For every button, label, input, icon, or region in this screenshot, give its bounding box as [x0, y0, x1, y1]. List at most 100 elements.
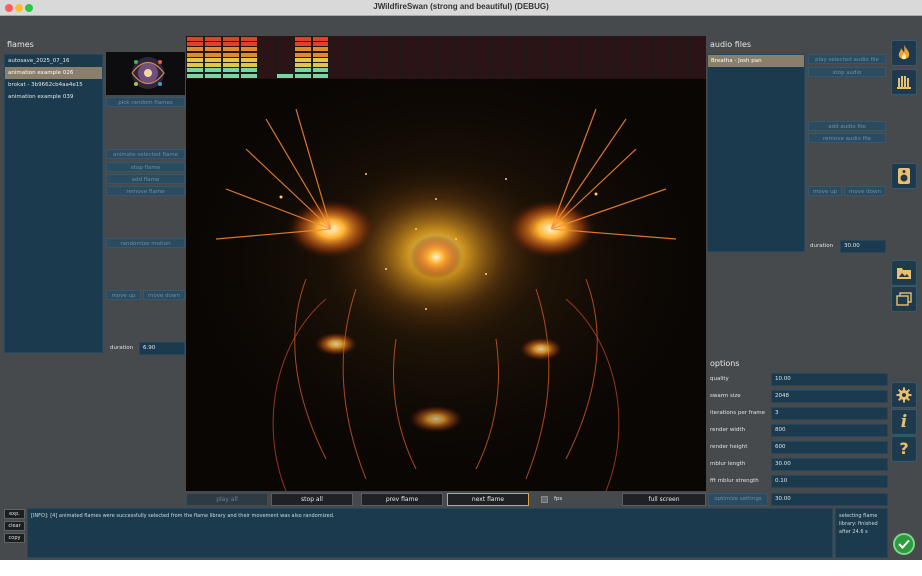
spectrum-segment — [653, 63, 670, 68]
help-icon[interactable]: ? — [891, 436, 917, 462]
option-field[interactable]: 0.10 — [771, 475, 888, 488]
export-log-button[interactable]: exp. — [4, 509, 25, 519]
animate-selected-flame-button[interactable]: animate selected flame — [106, 149, 185, 159]
remove-audio-file-button[interactable]: remove audio file — [808, 133, 886, 143]
option-field[interactable]: 3 — [771, 407, 888, 420]
spectrum-segment — [402, 57, 419, 62]
prev-flame-button[interactable]: prev flame — [361, 493, 443, 506]
copy-log-button[interactable]: copy — [4, 533, 25, 543]
spectrum-segment — [563, 41, 580, 46]
fps-label: fps — [554, 496, 563, 502]
spectrum-segment — [671, 57, 688, 62]
next-flame-button[interactable]: next flame — [447, 493, 529, 506]
spectrum-segment — [491, 52, 508, 57]
full-screen-button[interactable]: full screen — [622, 493, 706, 506]
spectrum-segment — [671, 52, 688, 57]
gallery-icon[interactable] — [891, 286, 917, 312]
spectrum-segment — [671, 36, 688, 41]
spectrum-segment — [276, 47, 293, 52]
status-panel: selecting flame library: finished after … — [835, 508, 888, 558]
flame-icon[interactable] — [891, 40, 917, 66]
spectrum-segment — [384, 47, 401, 52]
spectrum-bar — [258, 36, 275, 79]
spectrum-segment — [545, 57, 562, 62]
spectrum-segment — [420, 68, 437, 73]
spectrum-segment — [348, 52, 365, 57]
add-flame-button[interactable]: add flame — [106, 174, 185, 184]
randomize-motion-button[interactable]: randomize motion — [106, 238, 185, 248]
spectrum-bar — [222, 36, 239, 79]
stop-flame-button[interactable]: stop flame — [106, 162, 185, 172]
spectrum-bar — [689, 36, 705, 79]
option-field[interactable]: 30.00 — [771, 458, 888, 471]
spectrum-segment — [509, 73, 526, 78]
check-circle-icon[interactable] — [893, 533, 915, 555]
spectrum-segment — [348, 36, 365, 41]
list-item[interactable]: Breatha - Josh pan — [708, 55, 804, 67]
list-item[interactable]: autosave_2025_07_16 — [5, 55, 102, 67]
optimize-settings-button[interactable]: optimize settings — [708, 493, 768, 506]
spectrum-segment — [599, 63, 616, 68]
option-field[interactable]: 600 — [771, 441, 888, 454]
spectrum-bar — [276, 36, 293, 79]
spectrum-segment — [312, 68, 329, 73]
spectrum-bar — [509, 36, 526, 79]
speaker-icon[interactable] — [891, 163, 917, 189]
spectrum-segment — [330, 41, 347, 46]
spectrum-segment — [599, 68, 616, 73]
spectrum-segment — [312, 47, 329, 52]
spectrum-segment — [653, 52, 670, 57]
flame-thumbnail[interactable] — [106, 52, 185, 95]
remove-flame-button[interactable]: remove flame — [106, 186, 185, 196]
info-icon[interactable]: i — [891, 409, 917, 435]
spectrum-segment — [330, 73, 347, 78]
audio-duration-field[interactable]: 30.00 — [840, 240, 886, 253]
gear-icon[interactable] — [891, 382, 917, 408]
list-item[interactable]: brokat - 3b9662cb4aa4e15 — [5, 79, 102, 91]
spectrum-segment — [348, 57, 365, 62]
clear-log-button[interactable]: clear — [4, 521, 25, 531]
stop-all-button[interactable]: stop all — [271, 493, 353, 506]
option-field[interactable]: 2048 — [771, 390, 888, 403]
option-field[interactable]: 10.00 — [771, 373, 888, 386]
list-item[interactable]: animation example 026 — [5, 67, 102, 79]
flame-move-down-button[interactable]: move down — [143, 290, 185, 300]
audio-duration-label: duration — [810, 243, 834, 249]
add-audio-file-button[interactable]: add audio file — [808, 121, 886, 131]
spectrum-segment — [294, 73, 311, 78]
image-folder-icon[interactable] — [891, 260, 917, 286]
spectrum-segment — [330, 63, 347, 68]
spectrum-segment — [653, 47, 670, 52]
optimize-settings-field[interactable]: 30.00 — [771, 493, 888, 506]
spectrum-segment — [635, 41, 652, 46]
spectrum-segment — [294, 68, 311, 73]
pick-random-flames-button[interactable]: pick random flames — [106, 97, 185, 107]
flames-list[interactable]: autosave_2025_07_16 animation example 02… — [4, 54, 103, 353]
spectrum-bar — [653, 36, 670, 79]
list-item[interactable]: animation example 039 — [5, 91, 102, 103]
spectrum-segment — [402, 63, 419, 68]
spectrum-segment — [420, 36, 437, 41]
spectrum-segment — [366, 47, 383, 52]
organ-pipes-icon[interactable] — [891, 69, 917, 95]
audio-move-down-button[interactable]: move down — [844, 186, 886, 196]
play-all-button[interactable]: play all — [186, 493, 268, 506]
log-output[interactable]: [INFO]: [4] animated flames were success… — [27, 508, 833, 558]
spectrum-segment — [527, 36, 544, 41]
spectrum-segment — [366, 57, 383, 62]
spectrum-segment — [438, 41, 454, 46]
spectrum-segment — [420, 57, 437, 62]
spectrum-segment — [653, 73, 670, 78]
flame-move-up-button[interactable]: move up — [106, 290, 141, 300]
play-selected-audio-button[interactable]: play selected audio file — [808, 54, 886, 64]
flame-render-canvas[interactable] — [186, 79, 706, 491]
audio-files-list[interactable]: Breatha - Josh pan — [707, 54, 805, 252]
spectrum-bar — [366, 36, 383, 79]
option-field[interactable]: 800 — [771, 424, 888, 437]
stop-audio-button[interactable]: stop audio — [808, 67, 886, 77]
fps-checkbox[interactable] — [541, 496, 548, 503]
spectrum-segment — [187, 36, 203, 41]
log-message: [INFO]: [4] animated flames were success… — [31, 513, 335, 519]
audio-move-up-button[interactable]: move up — [808, 186, 842, 196]
flame-duration-field[interactable]: 6.90 — [139, 342, 185, 355]
